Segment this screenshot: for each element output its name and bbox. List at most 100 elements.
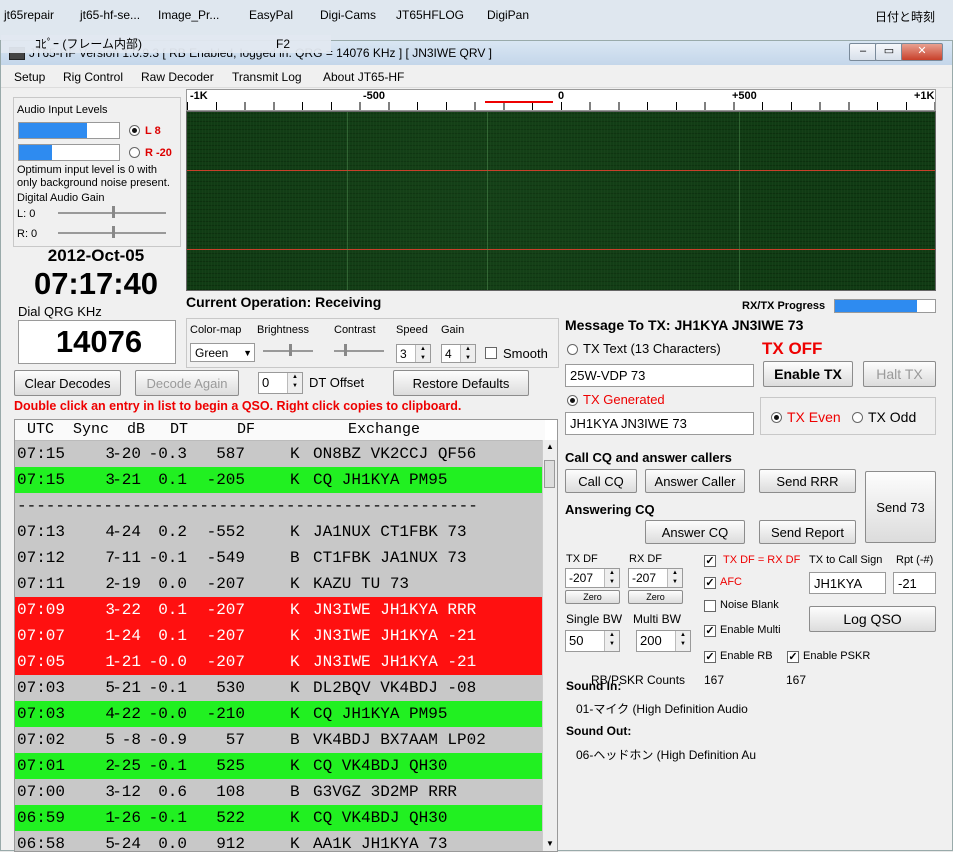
chevron-down-icon[interactable]: ▼ — [243, 348, 252, 358]
send-report-button[interactable]: Send Report — [759, 520, 856, 544]
column-header-db[interactable]: dB — [127, 421, 145, 438]
spinner-arrows-icon[interactable]: ▲ ▼ — [675, 631, 690, 651]
enable-multi-checkbox[interactable]: ✓ — [704, 625, 716, 637]
column-header-dt[interactable]: DT — [170, 421, 188, 438]
smooth-checkbox[interactable] — [485, 347, 497, 359]
enable-rb-checkbox[interactable]: ✓ — [704, 651, 716, 663]
tx-df-spinner[interactable]: -207 ▲ ▼ — [565, 568, 620, 588]
column-header-sync[interactable]: Sync — [73, 421, 109, 438]
answer-caller-button[interactable]: Answer Caller — [645, 469, 745, 493]
decode-row[interactable]: ----------------------------------------… — [15, 493, 543, 519]
decode-row[interactable]: 07:12 7 -11 -0.1 -549 B CT1FBK JA1NUX 73 — [15, 545, 543, 571]
decode-row[interactable]: 06:59 1 -26 -0.1 522 K CQ VK4BDJ QH30 — [15, 805, 543, 831]
log-qso-button[interactable]: Log QSO — [809, 606, 936, 632]
speed-spinner[interactable]: 3 ▲ ▼ — [396, 344, 431, 363]
tx-df-zero-button[interactable]: Zero — [565, 590, 620, 604]
decode-row[interactable]: 07:00 3 -12 0.6 108 B G3VGZ 3D2MP RRR — [15, 779, 543, 805]
decode-row[interactable]: 07:13 4 -24 0.2 -552 K JA1NUX CT1FBK 73 — [15, 519, 543, 545]
multi-bw-spinner[interactable]: 200 ▲ ▼ — [636, 630, 691, 652]
desktop-icon-jt65repair[interactable]: jt65repair — [4, 8, 54, 22]
decode-row[interactable]: 07:09 3 -22 0.1 -207 K JN3IWE JH1KYA RRR — [15, 597, 543, 623]
menu-raw-decoder[interactable]: Raw Decoder — [141, 70, 214, 84]
decode-list[interactable]: UTC Sync dB DT DF Exchange 07:15 3 -20 -0.3… — [14, 419, 558, 852]
scroll-up-icon[interactable]: ▲ — [543, 440, 557, 454]
brightness-thumb[interactable] — [289, 344, 292, 356]
gain-right-thumb[interactable] — [112, 226, 115, 238]
tx-generated-radio[interactable] — [567, 395, 578, 406]
column-header-utc[interactable]: UTC — [27, 421, 54, 438]
decode-row[interactable]: 07:11 2 -19 0.0 -207 K KAZU TU 73 — [15, 571, 543, 597]
spectrum-waterfall[interactable] — [186, 111, 936, 291]
left-channel-radio[interactable] — [129, 125, 140, 136]
enable-pskr-checkbox[interactable]: ✓ — [787, 651, 799, 663]
menu-rig-control[interactable]: Rig Control — [63, 70, 123, 84]
menu-setup[interactable]: Setup — [14, 70, 45, 84]
tx-text-radio[interactable] — [567, 344, 578, 355]
decode-row[interactable]: 07:02 5 -8 -0.9 57 B VK4BDJ BX7AAM LP02 — [15, 727, 543, 753]
spinner-arrows-icon[interactable]: ▲ ▼ — [415, 345, 430, 362]
tx-to-call-input[interactable]: JH1KYA — [809, 572, 886, 594]
menu-transmit-log[interactable]: Transmit Log — [232, 70, 302, 84]
single-bw-spinner[interactable]: 50 ▲ ▼ — [565, 630, 620, 652]
tx-text-input[interactable]: 25W-VDP 73 — [565, 364, 754, 387]
restore-defaults-button[interactable]: Restore Defaults — [393, 370, 529, 396]
scrollbar-thumb[interactable] — [544, 460, 555, 488]
decode-list-scrollbar[interactable]: ▲ ▼ — [542, 440, 557, 851]
column-header-df[interactable]: DF — [237, 421, 255, 438]
spinner-arrows-icon[interactable]: ▲ ▼ — [604, 569, 619, 587]
afc-checkbox[interactable]: ✓ — [704, 577, 716, 589]
halt-tx-button[interactable]: Halt TX — [863, 361, 936, 387]
maximize-button[interactable]: ▭ — [875, 43, 903, 61]
spinner-arrows-icon[interactable]: ▲ ▼ — [604, 631, 619, 651]
call-cq-button[interactable]: Call CQ — [565, 469, 637, 493]
right-channel-radio[interactable] — [129, 147, 140, 158]
close-button[interactable]: ✕ — [901, 43, 943, 61]
answer-cq-button[interactable]: Answer CQ — [645, 520, 745, 544]
decode-row[interactable]: 07:03 4 -22 -0.0 -210 K CQ JH1KYA PM95 — [15, 701, 543, 727]
spinner-arrows-icon[interactable]: ▲ ▼ — [667, 569, 682, 587]
desktop-icon-jt65hflog[interactable]: JT65HFLOG — [396, 8, 464, 22]
tx-odd-radio[interactable] — [852, 412, 863, 423]
colormap-select[interactable]: Green ▼ — [190, 343, 255, 362]
ruler-label-zero: 0 — [558, 90, 565, 102]
brightness-slider[interactable] — [263, 350, 313, 352]
desktop-icon-easypal[interactable]: EasyPal — [249, 8, 293, 22]
rx-df-zero-button[interactable]: Zero — [628, 590, 683, 604]
desktop-icon-digi-cams[interactable]: Digi-Cams — [320, 8, 376, 22]
scroll-down-icon[interactable]: ▼ — [543, 837, 557, 851]
gain-left-thumb[interactable] — [112, 206, 115, 218]
desktop-icon-digipan[interactable]: DigiPan — [487, 8, 529, 22]
tx-generated-input[interactable]: JH1KYA JN3IWE 73 — [565, 412, 754, 435]
decode-row[interactable]: 07:05 1 -21 -0.0 -207 K JN3IWE JH1KYA -21 — [15, 649, 543, 675]
txdf-eq-rxdf-checkbox[interactable]: ✓ — [704, 555, 716, 567]
send-rrr-button[interactable]: Send RRR — [759, 469, 856, 493]
decode-row[interactable]: 07:15 3 -20 -0.3 587 K ON8BZ VK2CCJ QF56 — [15, 441, 543, 467]
decode-cell-df: 912 — [216, 835, 245, 852]
dt-offset-spinner[interactable]: 0 ▲ ▼ — [258, 372, 303, 394]
decode-row[interactable]: 07:15 3 -21 0.1 -205 K CQ JH1KYA PM95 — [15, 467, 543, 493]
decode-row[interactable]: 06:58 5 -24 0.0 912 K AA1K JH1KYA 73 — [15, 831, 543, 852]
gain-spinner[interactable]: 4 ▲ ▼ — [441, 344, 476, 363]
minimize-button[interactable]: – — [849, 43, 877, 61]
noise-blank-checkbox[interactable] — [704, 600, 716, 612]
contrast-thumb[interactable] — [344, 344, 347, 356]
decode-again-button[interactable]: Decode Again — [135, 370, 239, 396]
spinner-arrows-icon[interactable]: ▲ ▼ — [287, 373, 302, 393]
decode-row[interactable]: 07:01 2 -25 -0.1 525 K CQ VK4BDJ QH30 — [15, 753, 543, 779]
rpt-input[interactable]: -21 — [893, 572, 936, 594]
enable-tx-button[interactable]: Enable TX — [763, 361, 853, 387]
dial-qrg-field[interactable]: 14076 — [18, 320, 176, 364]
contrast-slider[interactable] — [334, 350, 384, 352]
send-73-button[interactable]: Send 73 — [865, 471, 936, 543]
tx-even-radio[interactable] — [771, 412, 782, 423]
spinner-arrows-icon[interactable]: ▲ ▼ — [460, 345, 475, 362]
desktop-icon-jt65-hf-setup[interactable]: jt65-hf-se... — [80, 8, 140, 22]
clear-decodes-button[interactable]: Clear Decodes — [14, 370, 121, 396]
decode-row[interactable]: 07:07 1 -24 0.1 -207 K JN3IWE JH1KYA -21 — [15, 623, 543, 649]
column-header-exchange[interactable]: Exchange — [348, 421, 420, 438]
menu-about[interactable]: About JT65-HF — [323, 70, 404, 84]
desktop-clock[interactable]: 日付と時刻 — [875, 8, 935, 25]
decode-row[interactable]: 07:03 5 -21 -0.1 530 K DL2BQV VK4BDJ -08 — [15, 675, 543, 701]
desktop-icon-image-pr[interactable]: Image_Pr... — [158, 8, 219, 22]
rx-df-spinner[interactable]: -207 ▲ ▼ — [628, 568, 683, 588]
